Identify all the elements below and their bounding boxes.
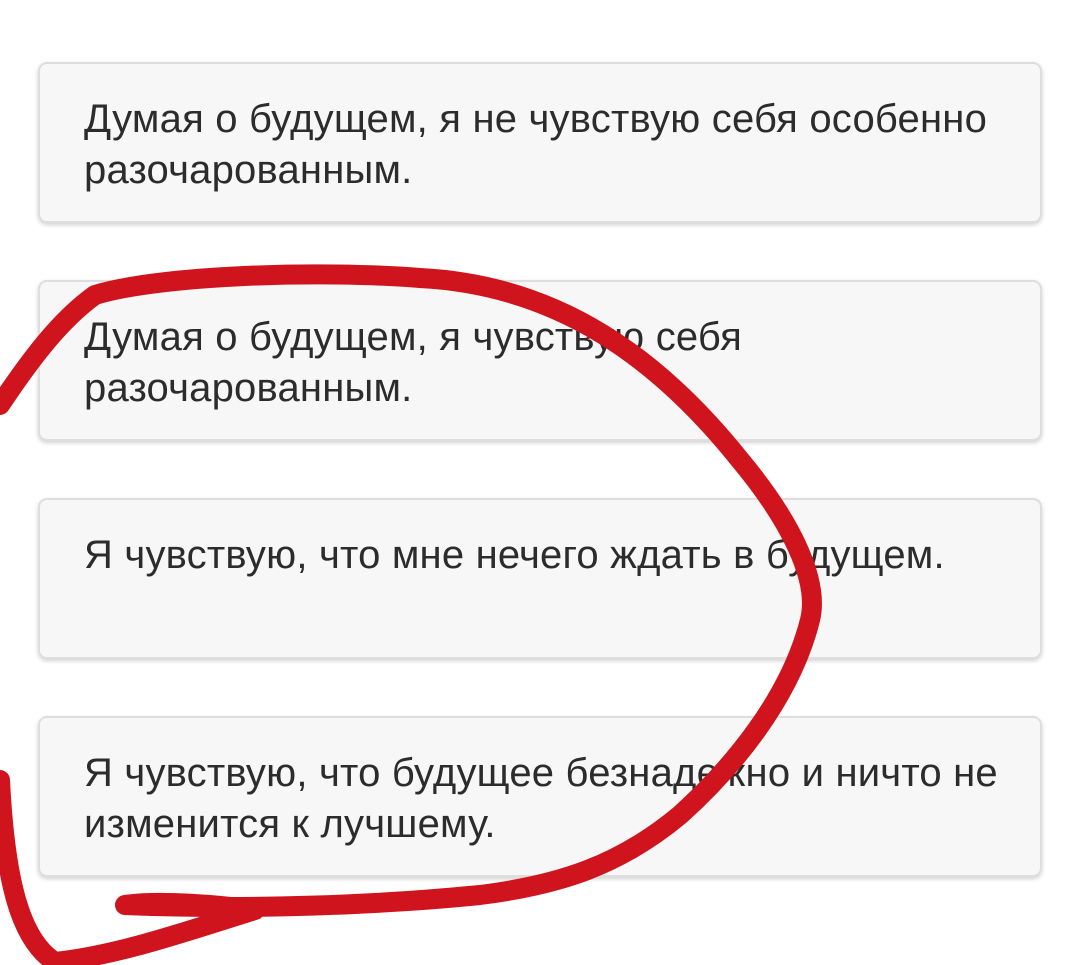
- answer-option-text: Я чувствую, что мне нечего ждать в будущ…: [84, 533, 945, 577]
- answer-option-1[interactable]: Думая о будущем, я не чувствую себя особ…: [38, 62, 1042, 223]
- answer-option-text: Я чувствую, что будущее безнадежно и нич…: [84, 751, 998, 846]
- answer-option-2[interactable]: Думая о будущем, я чувствую себя разочар…: [38, 280, 1042, 441]
- answer-option-4[interactable]: Я чувствую, что будущее безнадежно и нич…: [38, 716, 1042, 877]
- answer-options-list: Думая о будущем, я не чувствую себя особ…: [38, 62, 1042, 934]
- answer-option-text: Думая о будущем, я чувствую себя разочар…: [84, 315, 742, 410]
- answer-option-text: Думая о будущем, я не чувствую себя особ…: [84, 97, 988, 192]
- answer-option-3[interactable]: Я чувствую, что мне нечего ждать в будущ…: [38, 498, 1042, 659]
